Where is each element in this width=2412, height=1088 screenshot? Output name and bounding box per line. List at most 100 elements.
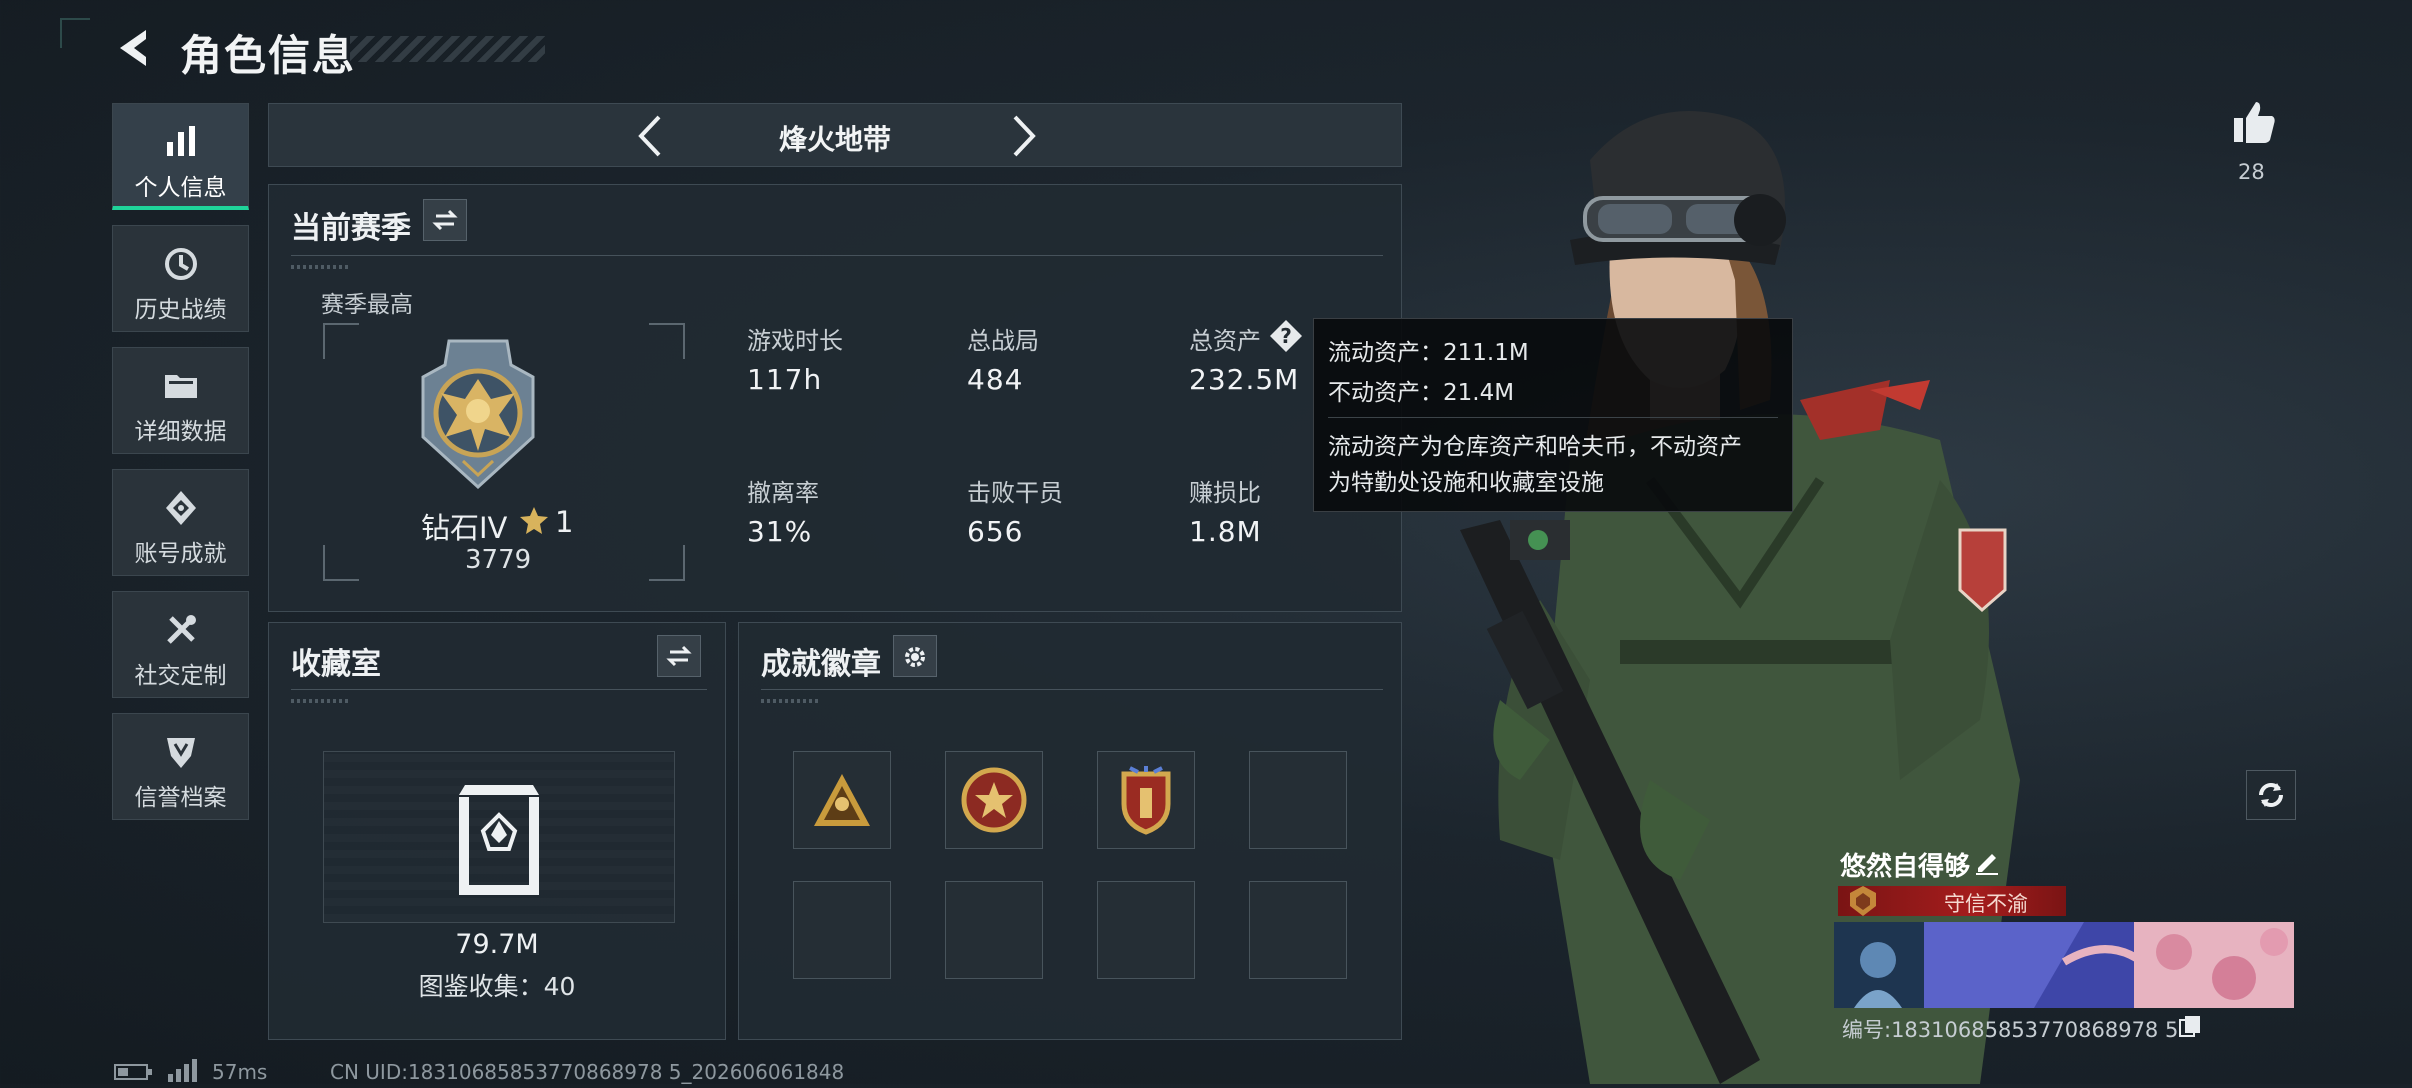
page-title: 角色信息 — [180, 31, 357, 80]
sidebar-item-label: 账号成就 — [134, 541, 227, 567]
asset-tooltip: 流动资产：211.1M 不动资产：21.4M 流动资产为仓库资产和哈夫币，不动资… — [1313, 318, 1793, 512]
frame-corner — [323, 323, 359, 359]
collection-catalog: 图鉴收集：40 — [418, 972, 576, 1001]
vault-icon — [453, 781, 545, 897]
dots-decoration — [291, 699, 351, 703]
switch-icon — [666, 645, 692, 667]
dots-decoration — [761, 699, 821, 703]
player-banner[interactable] — [1834, 922, 2294, 1008]
frame-corner — [323, 545, 359, 581]
stat-value: 232.5M — [1189, 363, 1300, 396]
folder-icon — [161, 366, 201, 406]
rank-score: 3779 — [465, 545, 532, 575]
season-title: 当前赛季 — [291, 211, 411, 246]
season-panel: 当前赛季 赛季最高 钻石IV 1 3779 游戏时长 117h 总战局 484 … — [268, 184, 1402, 612]
switch-collection-button[interactable] — [657, 635, 701, 677]
tooltip-desc-line2: 为特勤处设施和收藏室设施 — [1328, 470, 1604, 496]
switch-icon — [432, 209, 458, 231]
badge-slot-empty[interactable] — [793, 881, 891, 979]
honor-title: 守信不渝 — [1944, 892, 2028, 916]
player-name: 悠然自得够 — [1840, 852, 1971, 882]
sidebar-item-detail-data[interactable]: 详细数据 — [112, 347, 249, 454]
sidebar-item-label: 个人信息 — [134, 175, 227, 201]
stat-value: 1.8M — [1189, 515, 1262, 548]
rotate-character-button[interactable] — [2246, 770, 2296, 820]
triangle-badge-icon — [814, 774, 870, 826]
stat-value: 31% — [747, 515, 813, 548]
sidebar-item-history[interactable]: 历史战绩 — [112, 225, 249, 332]
achievement-icon — [161, 488, 201, 528]
edit-name-icon[interactable] — [1972, 846, 2002, 876]
sidebar-item-achievements[interactable]: 账号成就 — [112, 469, 249, 576]
sidebar-item-label: 社交定制 — [134, 663, 227, 689]
stat-value: 484 — [967, 363, 1024, 396]
rank-emblem-icon — [419, 337, 537, 490]
battery-icon — [114, 1062, 154, 1082]
title-decoration — [350, 36, 545, 62]
rank-stars: 1 — [555, 505, 574, 539]
rank-name: 钻石IV — [421, 511, 508, 545]
sidebar-item-label: 信誉档案 — [134, 785, 227, 811]
sidebar-item-label: 历史战绩 — [134, 297, 227, 323]
star-icon — [519, 505, 549, 535]
stat-label: 总战局 — [967, 327, 1039, 355]
badge-slot[interactable] — [793, 751, 891, 849]
svg-text:?: ? — [1280, 324, 1292, 348]
player-uid: 编号:18310685853770868978 5 — [1842, 1018, 2179, 1042]
sidebar-item-credit-record[interactable]: 信誉档案 — [112, 713, 249, 820]
mode-selector: 烽火地带 — [268, 103, 1402, 167]
divider — [291, 689, 707, 690]
stat-label: 总资产 — [1189, 327, 1261, 355]
history-icon — [161, 244, 201, 284]
collection-panel[interactable]: 收藏室 79.7M 图鉴收集：40 — [268, 622, 726, 1040]
frame-corner — [649, 545, 685, 581]
ping-text: 57ms — [212, 1060, 268, 1084]
badges-title: 成就徽章 — [761, 647, 881, 682]
badge-slot-empty[interactable] — [1249, 751, 1347, 849]
rotate-icon — [2259, 783, 2283, 807]
season-best-label: 赛季最高 — [321, 292, 413, 318]
honor-badge-icon — [1846, 884, 1880, 918]
switch-season-button[interactable] — [423, 199, 467, 241]
stat-value: 117h — [747, 363, 823, 396]
frame-corner — [649, 323, 685, 359]
corner-decoration — [60, 18, 90, 48]
badges-panel: 成就徽章 — [738, 622, 1402, 1040]
tools-icon — [161, 610, 201, 650]
divider — [761, 689, 1383, 690]
help-icon[interactable]: ? — [1269, 319, 1303, 353]
stat-label: 游戏时长 — [747, 327, 843, 355]
collection-title: 收藏室 — [291, 647, 381, 682]
badge-slot[interactable] — [945, 751, 1043, 849]
stat-label: 击败干员 — [967, 479, 1063, 507]
sidebar-item-social-custom[interactable]: 社交定制 — [112, 591, 249, 698]
badge-slot-empty[interactable] — [945, 881, 1043, 979]
sidebar-item-personal-info[interactable]: 个人信息 — [112, 103, 249, 210]
tooltip-desc-line1: 流动资产为仓库资产和哈夫币，不动资产 — [1328, 434, 1742, 460]
badge-slot-empty[interactable] — [1097, 881, 1195, 979]
stat-value: 656 — [967, 515, 1024, 548]
chevron-right-icon[interactable] — [1005, 111, 1041, 161]
sidebar-item-label: 详细数据 — [134, 419, 227, 445]
badge-settings-button[interactable] — [893, 635, 937, 677]
star-medal-badge-icon — [961, 767, 1027, 833]
stat-label: 撤离率 — [747, 479, 819, 507]
thumbs-up-icon[interactable] — [2230, 98, 2278, 146]
shield-icon — [161, 732, 201, 772]
footer-uid: CN UID:18310685853770868978 5_2026060618… — [330, 1060, 845, 1084]
badge-slot-empty[interactable] — [1249, 881, 1347, 979]
back-icon[interactable] — [112, 24, 160, 72]
gear-icon — [905, 647, 925, 667]
divider — [291, 255, 1383, 256]
copy-icon[interactable] — [2178, 1014, 2202, 1038]
collection-value: 79.7M — [455, 929, 539, 960]
bar-chart-icon — [161, 122, 201, 162]
stat-label: 赚损比 — [1189, 479, 1261, 507]
tooltip-fixed: 不动资产：21.4M — [1328, 380, 1515, 406]
dots-decoration — [291, 265, 351, 269]
badge-slot[interactable] — [1097, 751, 1195, 849]
mode-title: 烽火地带 — [778, 123, 891, 156]
shield-badge-icon — [1121, 766, 1171, 835]
signal-icon — [166, 1058, 200, 1082]
tooltip-divider — [1328, 417, 1778, 418]
